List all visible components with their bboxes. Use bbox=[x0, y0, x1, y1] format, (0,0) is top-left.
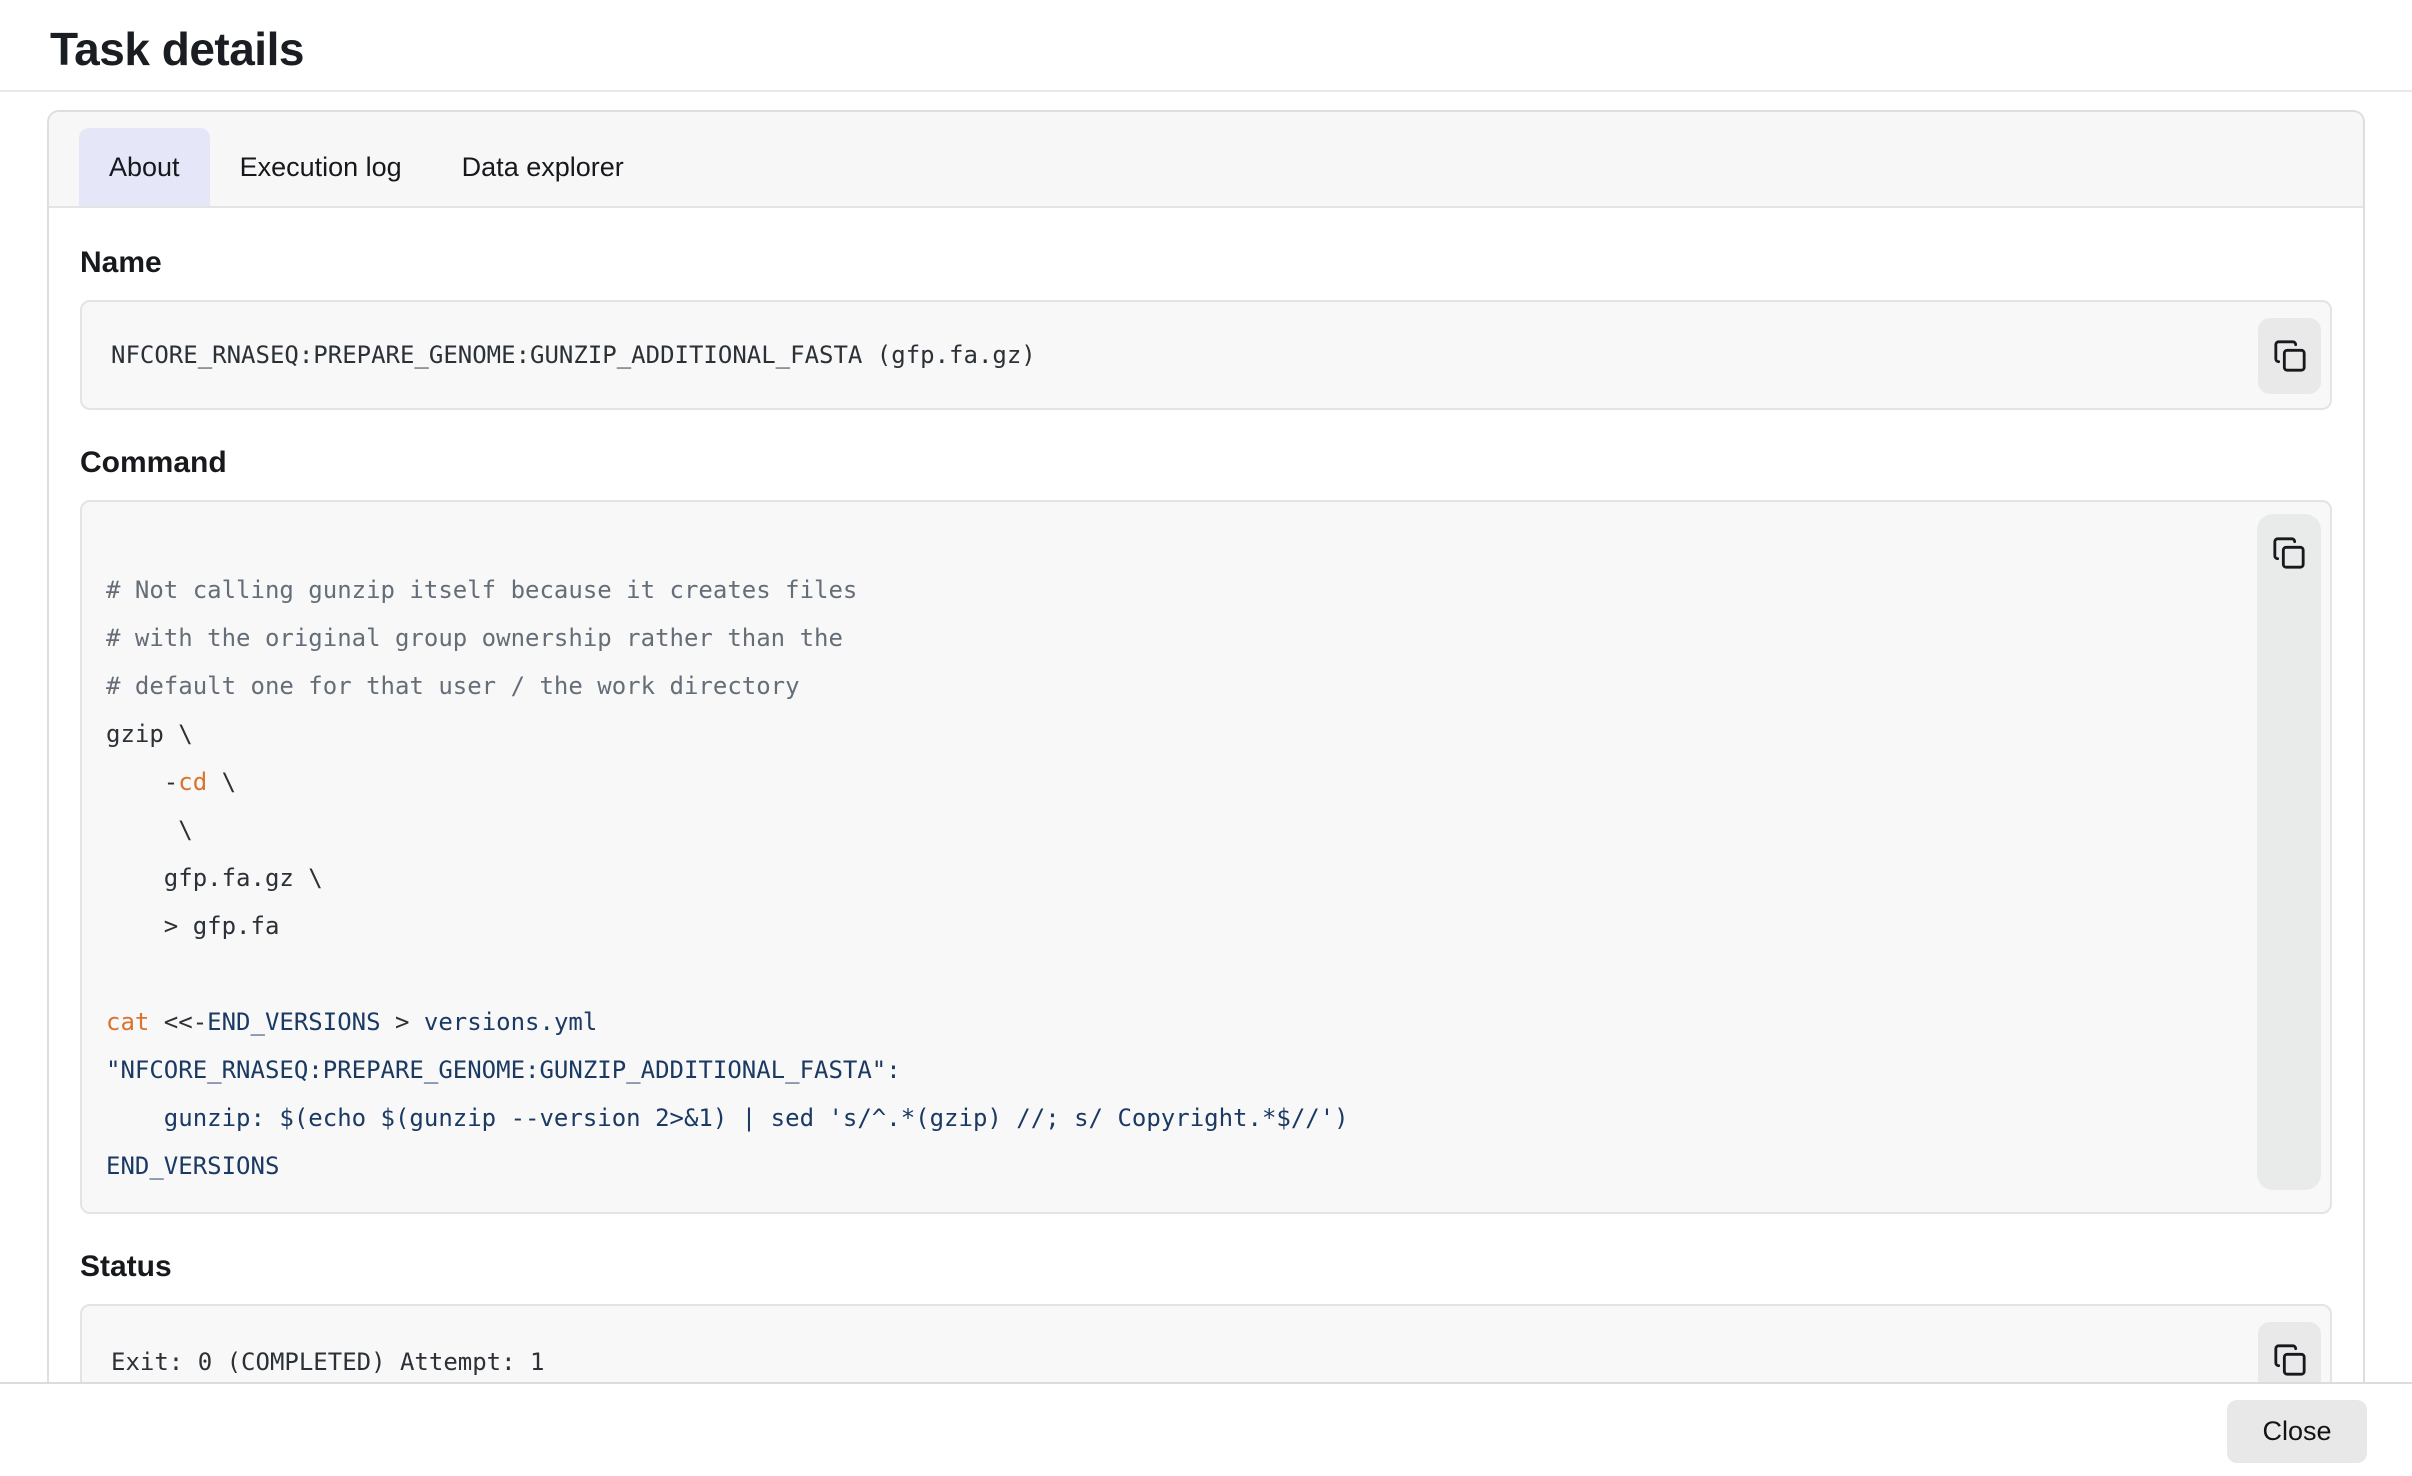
page-header: Task details bbox=[0, 0, 2412, 92]
tab-about[interactable]: About bbox=[79, 128, 210, 206]
name-value: NFCORE_RNASEQ:PREPARE_GENOME:GUNZIP_ADDI… bbox=[82, 302, 2330, 408]
code-line: -cd \ bbox=[106, 758, 2210, 806]
copy-icon bbox=[2273, 1343, 2307, 1377]
name-box: NFCORE_RNASEQ:PREPARE_GENOME:GUNZIP_ADDI… bbox=[80, 300, 2332, 410]
section-heading-name: Name bbox=[80, 246, 2332, 280]
section-heading-status: Status bbox=[80, 1250, 2332, 1284]
page-title: Task details bbox=[50, 22, 2412, 76]
code-line bbox=[106, 950, 2210, 998]
copy-command-button[interactable] bbox=[2257, 514, 2321, 592]
copy-icon bbox=[2273, 339, 2307, 373]
code-line: gzip \ bbox=[106, 710, 2210, 758]
command-code: # Not calling gunzip itself because it c… bbox=[82, 502, 2330, 1212]
modal-footer: Close bbox=[0, 1382, 2412, 1476]
tab-bar: About Execution log Data explorer bbox=[49, 112, 2363, 208]
copy-icon bbox=[2272, 536, 2306, 570]
code-line: > gfp.fa bbox=[106, 902, 2210, 950]
command-scrollbar[interactable] bbox=[2257, 514, 2321, 1190]
code-line: cat <<-END_VERSIONS > versions.yml bbox=[106, 998, 2210, 1046]
status-value: Exit: 0 (COMPLETED) Attempt: 1 bbox=[82, 1306, 2330, 1382]
code-line: gfp.fa.gz \ bbox=[106, 854, 2210, 902]
copy-status-button[interactable] bbox=[2258, 1322, 2321, 1382]
code-line: # Not calling gunzip itself because it c… bbox=[106, 566, 2210, 614]
code-line: \ bbox=[106, 806, 2210, 854]
code-line: END_VERSIONS bbox=[106, 1142, 2210, 1190]
close-button[interactable]: Close bbox=[2227, 1400, 2367, 1463]
task-details-card: About Execution log Data explorer Name N… bbox=[47, 110, 2365, 1382]
code-line: "NFCORE_RNASEQ:PREPARE_GENOME:GUNZIP_ADD… bbox=[106, 1046, 2210, 1094]
tab-data-explorer[interactable]: Data explorer bbox=[432, 128, 654, 206]
code-line: # default one for that user / the work d… bbox=[106, 662, 2210, 710]
section-heading-command: Command bbox=[80, 446, 2332, 480]
code-line: # with the original group ownership rath… bbox=[106, 614, 2210, 662]
code-line: gunzip: $(echo $(gunzip --version 2>&1) … bbox=[106, 1094, 2210, 1142]
tab-execution-log[interactable]: Execution log bbox=[210, 128, 432, 206]
command-box: # Not calling gunzip itself because it c… bbox=[80, 500, 2332, 1214]
copy-name-button[interactable] bbox=[2258, 318, 2321, 394]
status-box: Exit: 0 (COMPLETED) Attempt: 1 bbox=[80, 1304, 2332, 1382]
tab-panel-about: Name NFCORE_RNASEQ:PREPARE_GENOME:GUNZIP… bbox=[49, 208, 2363, 1382]
